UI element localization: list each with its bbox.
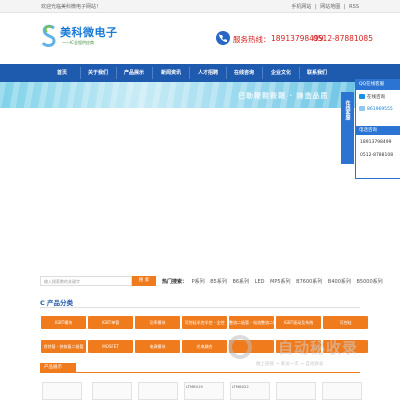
nav-separator — [80, 67, 81, 79]
category-igbt-single[interactable]: IGBT单管 — [88, 316, 133, 329]
category-c-icon: C — [40, 299, 45, 307]
hot-search: 热门搜索： P系列 B5系列 B6系列 LED MP5系列 B7600系列 B4… — [162, 278, 387, 285]
nav-consult[interactable]: 在线咨询 — [229, 64, 259, 82]
banner-slogan: 巴勒鞭鞋鞍鞘 · 铸造品质 — [238, 92, 329, 100]
category-igbt-driver[interactable]: IGBT驱动及系统 — [276, 316, 321, 329]
watermark-subtitle: 做上链接 → 来访一次 → 自动收录 — [256, 362, 324, 367]
product-thumb[interactable] — [138, 382, 178, 400]
qq-penguin-icon — [359, 106, 365, 111]
hot-search-item[interactable]: MP5系列 — [270, 279, 291, 285]
qq-number-text: 861969555 — [367, 107, 393, 112]
welcome-text: 欢迎光临美科微电子网站！ — [41, 4, 102, 10]
qq-online-label: 在线咨询 — [367, 95, 385, 100]
hot-search-item[interactable]: B5000系列 — [356, 279, 382, 285]
category-title: C 产品分类 — [40, 297, 73, 307]
main-nav: 首页 关于我们 产品展示 新闻资讯 人才招聘 在线咨询 企业文化 联系我们 — [0, 64, 400, 82]
nav-jobs[interactable]: 人才招聘 — [193, 64, 223, 82]
logo-title[interactable]: 美科微电子 — [60, 24, 118, 40]
category-divider — [40, 307, 360, 308]
panel-phone-1: 18913798499 — [360, 140, 392, 145]
product-thumb[interactable] — [276, 382, 316, 400]
separator: | — [343, 4, 346, 10]
logo-icon[interactable] — [40, 24, 59, 48]
qq-chat-icon — [359, 94, 365, 99]
hot-search-item[interactable]: B400系列 — [328, 279, 351, 285]
hot-search-label: 热门搜索： — [162, 279, 188, 285]
qq-online-chat[interactable]: 在线咨询 — [359, 94, 385, 100]
nav-separator — [189, 67, 190, 79]
category-thyristor[interactable]: 可控硅半控半控 - 全控 — [182, 316, 227, 329]
hotline-label: 服务热线： — [233, 35, 271, 44]
top-bar: 欢迎光临美科微电子网站！ 手机网站 | 网站地图 | RSS — [0, 0, 400, 13]
category-power-module[interactable]: 功率模块 — [135, 316, 180, 329]
top-links: 手机网站 | 网站地图 | RSS — [289, 3, 359, 10]
separator: | — [315, 4, 317, 10]
hero-banner[interactable]: 巴勒鞭鞋鞍鞘 · 铸造品质 — [0, 82, 400, 108]
hot-search-item[interactable]: B6系列 — [232, 279, 249, 285]
product-thumb-ltm8019[interactable]: LTM8019 — [184, 382, 224, 400]
sitemap-link[interactable]: 网站地图 — [320, 4, 340, 10]
nav-separator — [116, 67, 117, 79]
hot-search-item[interactable]: LED — [255, 279, 265, 285]
watermark-title: 自动秘收录 — [278, 339, 359, 357]
hot-search-item[interactable]: P系列 — [192, 279, 205, 285]
logo-subtitle: ——IC全程供应商 — [62, 40, 94, 45]
category-mosfet[interactable]: MOSFET — [88, 340, 133, 353]
nav-about[interactable]: 关于我们 — [83, 64, 113, 82]
search-button[interactable]: 搜 索 — [132, 276, 156, 286]
category-igbt-module[interactable]: IGBT模块 — [41, 316, 86, 329]
products-tab[interactable]: 产品展示 — [40, 363, 76, 372]
nav-news[interactable]: 新闻资讯 — [156, 64, 186, 82]
product-thumb[interactable] — [322, 382, 362, 400]
category-title-text: 产品分类 — [47, 299, 74, 307]
category-schottky[interactable]: 肖特基 - 快恢复二极管 — [41, 340, 86, 353]
category-optocoupler[interactable]: 光电耦合 — [182, 340, 227, 353]
product-thumb[interactable] — [42, 382, 82, 400]
watermark: 自动秘收录 做上链接 → 来访一次 → 自动收录 — [222, 331, 392, 371]
nav-separator — [262, 67, 263, 79]
qq-panel-header: QQ在线客服 — [356, 80, 400, 90]
panel-phone-2: 0512-8788108 — [360, 153, 394, 158]
hot-search-item[interactable]: B7600系列 — [296, 279, 322, 285]
nav-contact[interactable]: 联系我们 — [302, 64, 332, 82]
watermark-logo-icon — [228, 335, 252, 359]
search-input[interactable]: 输入搜索数的关键字 — [40, 276, 132, 286]
category-scr[interactable]: 可控硅 — [323, 316, 368, 329]
nav-products[interactable]: 产品展示 — [119, 64, 149, 82]
nav-separator — [299, 67, 300, 79]
category-rectifier[interactable]: 整流二极管 - 电流整流二极管 — [229, 316, 274, 329]
nav-separator — [152, 67, 153, 79]
qq-number[interactable]: 861969555 — [359, 106, 393, 112]
product-thumb[interactable] — [92, 382, 132, 400]
phone-consult-header: 电话咨询 — [356, 126, 400, 135]
nav-culture[interactable]: 企业文化 — [266, 64, 296, 82]
category-power-supply[interactable]: 电源模块 — [135, 340, 180, 353]
nav-home[interactable]: 首页 — [47, 64, 77, 82]
online-service-panel: QQ在线客服 在线咨询 861969555 电话咨询 18913798499 0… — [355, 79, 400, 179]
mobile-site-link[interactable]: 手机网站 — [291, 4, 311, 10]
hot-search-item[interactable]: B5系列 — [210, 279, 227, 285]
product-thumb-ltm8022[interactable]: LTM8022 — [230, 382, 270, 400]
products-divider — [40, 372, 360, 373]
online-service-tab-label: 在线客服 — [344, 100, 351, 120]
rss-link[interactable]: RSS — [349, 4, 359, 10]
phone-icon — [216, 31, 230, 45]
banner-pattern — [0, 82, 400, 108]
hotline-landline: 0512-87881085 — [313, 34, 373, 43]
online-service-tab[interactable]: 在线客服 — [341, 92, 354, 164]
nav-separator — [226, 67, 227, 79]
